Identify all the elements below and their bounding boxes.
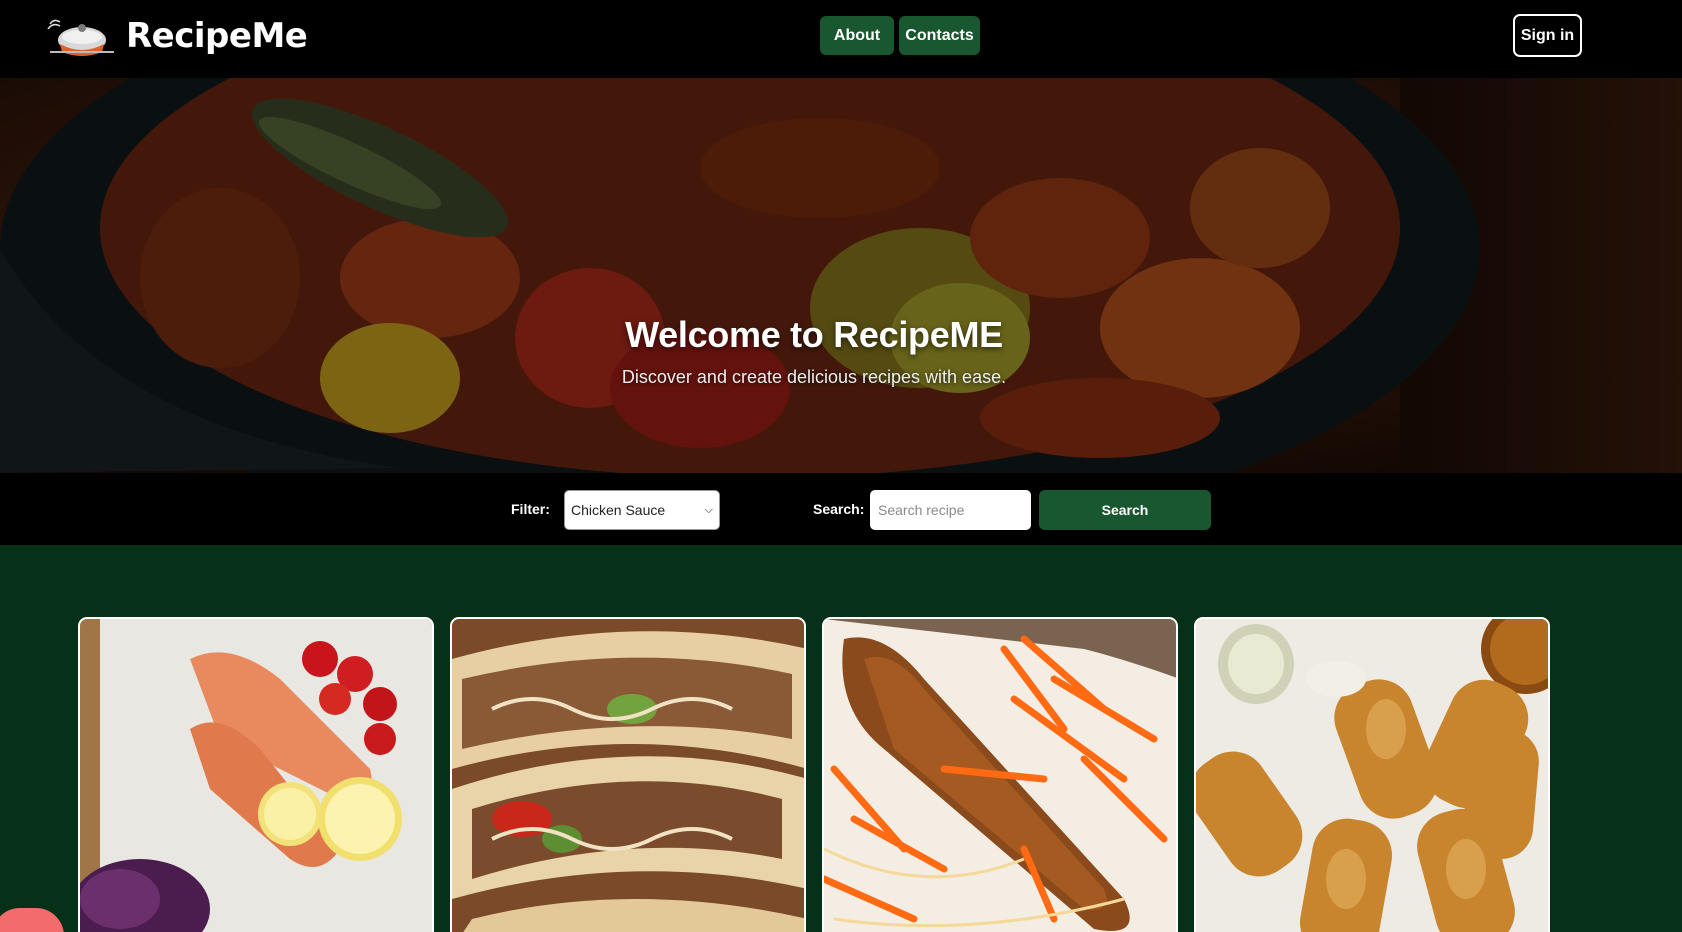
chat-widget-button[interactable] xyxy=(0,908,64,932)
fried-fish-image xyxy=(824,619,1176,932)
search-button[interactable]: Search xyxy=(1039,490,1211,530)
hero-subtitle: Discover and create delicious recipes wi… xyxy=(621,367,1007,387)
filter-select-value: Chicken Sauce xyxy=(571,502,666,518)
fish-tacos-image xyxy=(452,619,804,932)
recipe-card[interactable] xyxy=(1194,617,1550,932)
hero-banner: Welcome to RecipeME Discover and create … xyxy=(0,78,1682,473)
search-label: Search: xyxy=(813,501,865,517)
top-navbar: RecipeMe About Contacts Sign in xyxy=(0,0,1682,78)
sign-in-button[interactable]: Sign in xyxy=(1513,14,1582,57)
recipe-card[interactable] xyxy=(450,617,806,932)
recipe-card[interactable] xyxy=(822,617,1178,932)
filter-label: Filter: xyxy=(511,501,550,517)
stew-pot-image xyxy=(0,78,1682,473)
recipe-logo-icon xyxy=(47,19,114,56)
search-input[interactable]: Search recipe xyxy=(870,490,1031,530)
croquettes-image xyxy=(1196,619,1548,932)
hero-title: Welcome to RecipeME xyxy=(625,314,1003,355)
brand-name[interactable]: RecipeMe xyxy=(126,14,308,58)
chevron-down-icon: ⌵ xyxy=(704,504,713,516)
contacts-button[interactable]: Contacts xyxy=(899,16,980,55)
salmon-dish-image xyxy=(80,619,432,932)
filter-search-bar: Filter: Chicken Sauce ⌵ Search: Search r… xyxy=(0,473,1682,545)
about-button[interactable]: About xyxy=(820,16,894,55)
filter-select[interactable]: Chicken Sauce ⌵ xyxy=(564,490,720,530)
recipe-card[interactable] xyxy=(78,617,434,932)
